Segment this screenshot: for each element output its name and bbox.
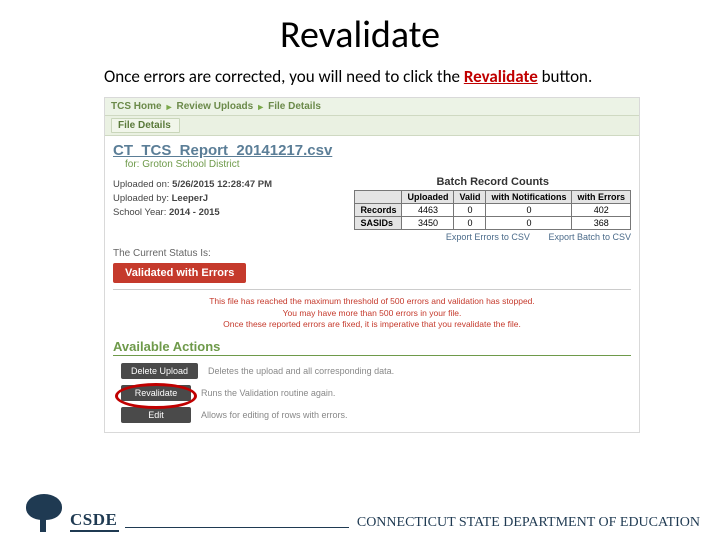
file-name: CT_TCS_Report_20141217.csv bbox=[105, 136, 639, 159]
status-badge: Validated with Errors bbox=[113, 263, 246, 283]
warning-text: This file has reached the maximum thresh… bbox=[105, 292, 639, 336]
breadcrumb-filedetails: File Details bbox=[268, 101, 321, 112]
brc-table: Uploaded Valid with Notifications with E… bbox=[354, 190, 631, 230]
brc-cell: 402 bbox=[572, 204, 631, 217]
section-header-bar: File Details bbox=[105, 116, 639, 136]
tree-icon bbox=[22, 494, 66, 532]
warning-line: You may have more than 500 errors in you… bbox=[113, 308, 631, 319]
batch-record-counts: Batch Record Counts Uploaded Valid with … bbox=[354, 176, 631, 242]
slide-footer: CSDE CONNECTICUT STATE DEPARTMENT OF EDU… bbox=[0, 494, 720, 532]
breadcrumb-review[interactable]: Review Uploads bbox=[176, 101, 253, 112]
warning-line: Once these reported errors are fixed, it… bbox=[113, 319, 631, 330]
brc-title: Batch Record Counts bbox=[354, 176, 631, 188]
table-row: Records 4463 0 0 402 bbox=[355, 204, 631, 217]
brc-row-label: SASIDs bbox=[355, 217, 402, 230]
brc-cell: 3450 bbox=[402, 217, 454, 230]
brc-h-valid: Valid bbox=[454, 191, 486, 204]
app-screenshot: TCS Home ► Review Uploads ► File Details… bbox=[104, 97, 640, 432]
brc-cell: 0 bbox=[454, 217, 486, 230]
action-row-revalidate: Revalidate Runs the Validation routine a… bbox=[105, 382, 639, 404]
uploaded-on-label: Uploaded on: bbox=[113, 179, 170, 190]
brc-cell: 4463 bbox=[402, 204, 454, 217]
file-details-tab: File Details bbox=[111, 118, 180, 133]
available-actions-title: Available Actions bbox=[105, 337, 639, 355]
action-desc: Allows for editing of rows with errors. bbox=[201, 410, 348, 420]
brc-h-blank bbox=[355, 191, 402, 204]
chevron-right-icon: ► bbox=[256, 102, 265, 112]
brc-h-notif: with Notifications bbox=[486, 191, 572, 204]
upload-meta: Uploaded on: 5/26/2015 12:28:47 PM Uploa… bbox=[113, 176, 342, 242]
edit-button[interactable]: Edit bbox=[121, 407, 191, 423]
status-label: The Current Status Is: bbox=[105, 242, 639, 261]
divider bbox=[125, 527, 349, 528]
district-line: for: Groton School District bbox=[105, 159, 639, 176]
school-year-value: 2014 - 2015 bbox=[169, 207, 220, 218]
brc-cell: 0 bbox=[486, 204, 572, 217]
uploaded-on-value: 5/26/2015 12:28:47 PM bbox=[172, 179, 272, 190]
action-row-edit: Edit Allows for editing of rows with err… bbox=[105, 404, 639, 426]
brc-cell: 0 bbox=[486, 217, 572, 230]
footer-org: CONNECTICUT STATE DEPARTMENT OF EDUCATIO… bbox=[357, 515, 700, 532]
brc-h-errors: with Errors bbox=[572, 191, 631, 204]
breadcrumb: TCS Home ► Review Uploads ► File Details bbox=[105, 98, 639, 116]
export-errors-link[interactable]: Export Errors to CSV bbox=[446, 232, 530, 242]
school-year-label: School Year: bbox=[113, 207, 166, 218]
uploaded-by-value: LeeperJ bbox=[172, 193, 208, 204]
export-batch-link[interactable]: Export Batch to CSV bbox=[548, 232, 631, 242]
brc-row-label: Records bbox=[355, 204, 402, 217]
instruction-pre: Once errors are corrected, you will need… bbox=[104, 66, 464, 87]
divider bbox=[113, 355, 631, 356]
action-row-delete: Delete Upload Deletes the upload and all… bbox=[105, 360, 639, 382]
brc-cell: 368 bbox=[572, 217, 631, 230]
chevron-right-icon: ► bbox=[165, 102, 174, 112]
uploaded-by-label: Uploaded by: bbox=[113, 193, 169, 204]
csde-logo-text: CSDE bbox=[70, 510, 119, 532]
csde-logo: CSDE bbox=[22, 494, 119, 532]
brc-h-uploaded: Uploaded bbox=[402, 191, 454, 204]
action-desc: Runs the Validation routine again. bbox=[201, 388, 335, 398]
table-row: SASIDs 3450 0 0 368 bbox=[355, 217, 631, 230]
warning-line: This file has reached the maximum thresh… bbox=[113, 296, 631, 307]
breadcrumb-home[interactable]: TCS Home bbox=[111, 101, 162, 112]
action-desc: Deletes the upload and all corresponding… bbox=[208, 366, 394, 376]
brc-cell: 0 bbox=[454, 204, 486, 217]
slide-title: Revalidate bbox=[24, 12, 696, 58]
divider bbox=[113, 289, 631, 290]
instruction-text: Once errors are corrected, you will need… bbox=[104, 66, 640, 87]
instruction-highlight: Revalidate bbox=[464, 66, 538, 87]
delete-upload-button[interactable]: Delete Upload bbox=[121, 363, 198, 379]
instruction-post: button. bbox=[538, 66, 593, 87]
revalidate-button[interactable]: Revalidate bbox=[121, 385, 191, 401]
